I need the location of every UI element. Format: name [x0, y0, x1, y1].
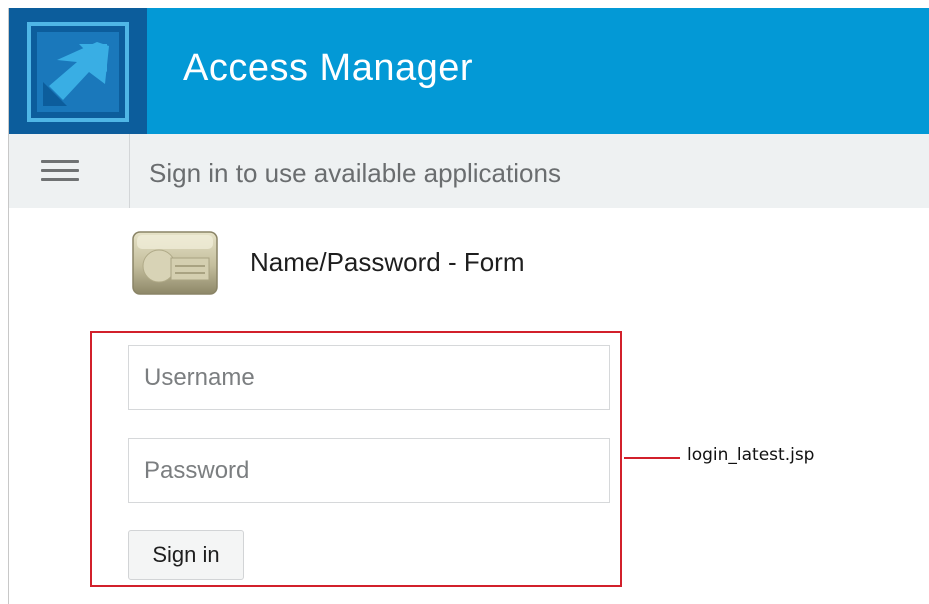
- hamburger-menu-icon[interactable]: [37, 154, 83, 188]
- sub-header: Sign in to use available applications: [9, 134, 929, 208]
- callout-label: login_latest.jsp: [687, 445, 815, 465]
- app-header: Access Manager: [9, 8, 929, 134]
- callout-line: [624, 457, 680, 459]
- sign-in-message: Sign in to use available applications: [149, 158, 561, 188]
- username-field[interactable]: [128, 345, 610, 410]
- logo-container: [9, 8, 147, 134]
- auth-method-title: Name/Password - Form: [250, 247, 525, 277]
- subbar-divider: [129, 134, 130, 208]
- sign-in-button[interactable]: Sign in: [128, 530, 244, 580]
- id-card-icon: [132, 231, 218, 295]
- app-title: Access Manager: [183, 47, 474, 89]
- password-field[interactable]: [128, 438, 610, 503]
- page-frame: Access Manager Sign in to use available …: [8, 8, 929, 604]
- access-manager-logo-icon: [27, 22, 129, 122]
